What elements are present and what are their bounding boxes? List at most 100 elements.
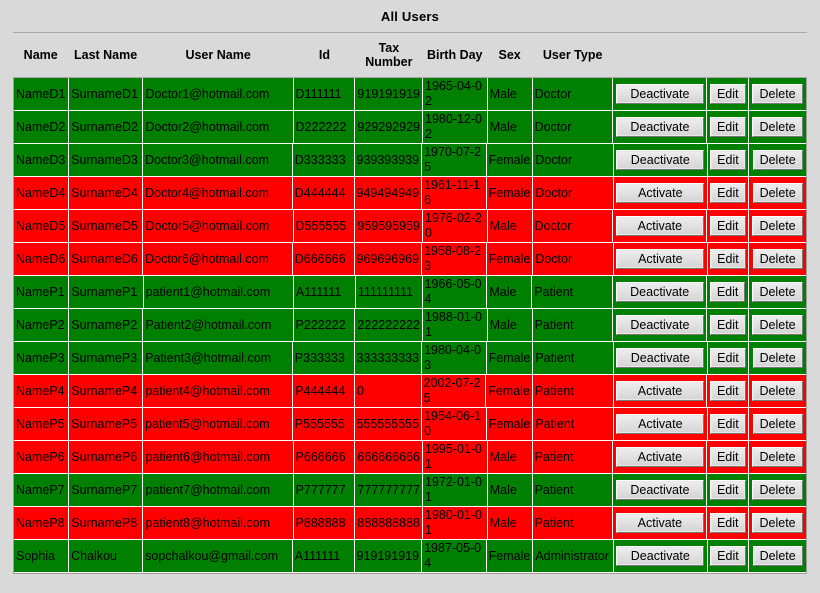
table-row: NameP1 SurnameP1 patient1@hotmail.com A1111…	[14, 276, 806, 309]
activate-button[interactable]: Activate	[616, 414, 705, 434]
delete-button[interactable]: Delete	[752, 315, 803, 335]
activate-button[interactable]: Activate	[616, 249, 705, 269]
cell-name: NameP2	[14, 309, 70, 341]
cell-last-name: SurnameP3	[69, 342, 144, 374]
column-header-user-type[interactable]: User Type	[532, 48, 613, 62]
cell-tax-number: 969696969	[355, 243, 423, 275]
cell-sex: Male	[488, 309, 533, 341]
deactivate-button[interactable]: Deactivate	[616, 546, 705, 566]
delete-button[interactable]: Delete	[752, 117, 803, 137]
column-header-last-name[interactable]: Last Name	[68, 48, 142, 62]
cell-tax-number: 333333333	[355, 342, 423, 374]
table-row: NameP7 SurnameP7 patient7@hotmail.com P7777…	[14, 474, 806, 507]
table-row: NameD1 SurnameD1 Doctor1@hotmail.com D11111…	[14, 78, 806, 111]
table-row: NameD5 SurnameD5 Doctor5@hotmail.com D55555…	[14, 210, 806, 243]
delete-button[interactable]: Delete	[752, 381, 803, 401]
delete-button[interactable]: Delete	[752, 414, 803, 434]
deactivate-button[interactable]: Deactivate	[615, 480, 704, 500]
activate-button[interactable]: Activate	[615, 216, 704, 236]
cell-user-type: Patient	[533, 507, 614, 539]
table-header-row: Name Last Name User Name Id Tax Number B…	[0, 33, 820, 77]
cell-name: NameD1	[14, 78, 70, 110]
cell-user-name: sopchalkou@gmail.com	[143, 540, 293, 572]
cell-id: P444444	[293, 375, 355, 407]
delete-button[interactable]: Delete	[752, 480, 803, 500]
delete-button[interactable]: Delete	[752, 84, 803, 104]
activate-button[interactable]: Activate	[616, 381, 705, 401]
column-header-user-name[interactable]: User Name	[143, 48, 294, 62]
page-title: All Users	[380, 8, 440, 24]
cell-user-name: patient6@hotmail.com	[143, 441, 294, 473]
deactivate-button[interactable]: Deactivate	[615, 315, 704, 335]
edit-button[interactable]: Edit	[710, 414, 746, 434]
delete-button[interactable]: Delete	[752, 282, 803, 302]
edit-button[interactable]: Edit	[710, 150, 746, 170]
cell-name: Sophia	[14, 540, 70, 572]
cell-edit-action: Edit	[707, 276, 750, 308]
cell-delete-action: Delete	[749, 474, 806, 506]
delete-button[interactable]: Delete	[752, 216, 803, 236]
cell-tax-number: 555555555	[355, 408, 423, 440]
cell-user-name: patient4@hotmail.com	[143, 375, 294, 407]
delete-button[interactable]: Delete	[752, 447, 803, 467]
cell-delete-action: Delete	[749, 408, 806, 440]
column-header-name[interactable]: Name	[13, 48, 68, 62]
cell-edit-action: Edit	[707, 78, 750, 110]
edit-button[interactable]: Edit	[709, 282, 746, 302]
edit-button[interactable]: Edit	[710, 249, 746, 269]
edit-button[interactable]: Edit	[709, 513, 746, 533]
cell-birth-day: 1980-04-03	[422, 342, 487, 374]
column-header-sex[interactable]: Sex	[487, 48, 532, 62]
deactivate-button[interactable]: Deactivate	[616, 348, 705, 368]
delete-button[interactable]: Delete	[752, 249, 803, 269]
cell-user-type: Doctor	[533, 111, 614, 143]
edit-button[interactable]: Edit	[710, 381, 746, 401]
cell-sex: Female	[487, 540, 534, 572]
edit-button[interactable]: Edit	[709, 447, 746, 467]
edit-button[interactable]: Edit	[709, 480, 746, 500]
activate-button[interactable]: Activate	[615, 513, 704, 533]
edit-button[interactable]: Edit	[710, 183, 746, 203]
column-header-birth-day[interactable]: Birth Day	[422, 48, 487, 62]
delete-button[interactable]: Delete	[752, 183, 803, 203]
cell-activation-action: Deactivate	[613, 78, 708, 110]
cell-user-type: Administrator	[533, 540, 614, 572]
cell-activation-action: Deactivate	[613, 276, 708, 308]
cell-edit-action: Edit	[707, 441, 750, 473]
deactivate-button[interactable]: Deactivate	[615, 282, 704, 302]
cell-user-type: Patient	[533, 408, 614, 440]
table-row: NameD4 SurnameD4 Doctor4@hotmail.com D44444…	[14, 177, 806, 210]
edit-button[interactable]: Edit	[710, 546, 746, 566]
cell-id: D666666	[293, 243, 355, 275]
cell-activation-action: Activate	[613, 210, 708, 242]
cell-birth-day: 1972-01-01	[423, 474, 488, 506]
activate-button[interactable]: Activate	[616, 183, 705, 203]
cell-last-name: SurnameP4	[69, 375, 144, 407]
cell-id: D444444	[293, 177, 355, 209]
edit-button[interactable]: Edit	[710, 348, 746, 368]
cell-sex: Female	[486, 375, 533, 407]
deactivate-button[interactable]: Deactivate	[616, 150, 705, 170]
cell-last-name: SurnameD1	[69, 78, 144, 110]
cell-last-name: SurnameP1	[69, 276, 144, 308]
deactivate-button[interactable]: Deactivate	[615, 117, 704, 137]
edit-button[interactable]: Edit	[709, 84, 746, 104]
delete-button[interactable]: Delete	[752, 150, 803, 170]
all-users-window: All Users Name Last Name User Name Id Ta…	[0, 0, 820, 593]
column-header-id[interactable]: Id	[293, 48, 355, 62]
edit-button[interactable]: Edit	[709, 117, 746, 137]
cell-name: NameP4	[14, 375, 70, 407]
cell-delete-action: Delete	[749, 144, 806, 176]
cell-user-type: Patient	[533, 342, 614, 374]
cell-edit-action: Edit	[708, 408, 750, 440]
edit-button[interactable]: Edit	[709, 216, 746, 236]
cell-sex: Female	[487, 243, 534, 275]
column-header-tax-number[interactable]: Tax Number	[355, 41, 422, 69]
edit-button[interactable]: Edit	[709, 315, 746, 335]
activate-button[interactable]: Activate	[615, 447, 704, 467]
delete-button[interactable]: Delete	[752, 348, 803, 368]
delete-button[interactable]: Delete	[752, 546, 803, 566]
cell-edit-action: Edit	[707, 507, 750, 539]
delete-button[interactable]: Delete	[752, 513, 803, 533]
deactivate-button[interactable]: Deactivate	[615, 84, 704, 104]
